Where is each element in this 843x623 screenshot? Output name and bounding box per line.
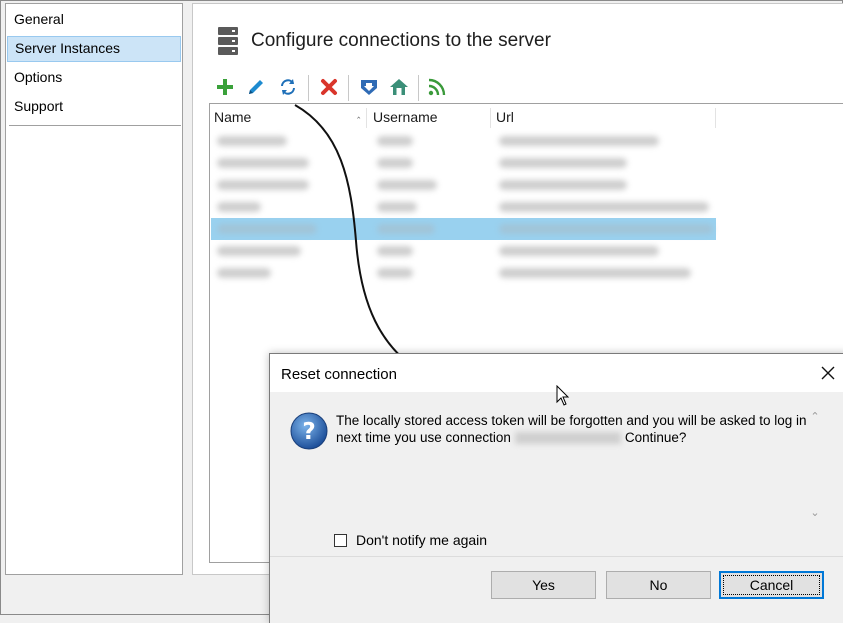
download-shield-icon bbox=[361, 80, 377, 95]
column-divider[interactable] bbox=[490, 108, 491, 128]
no-button-label: No bbox=[649, 577, 668, 593]
close-button[interactable] bbox=[817, 362, 839, 384]
column-header-username[interactable]: Username bbox=[373, 109, 438, 125]
scroll-down-icon[interactable]: ⌄ bbox=[807, 506, 823, 522]
table-row[interactable] bbox=[211, 240, 716, 262]
add-button[interactable] bbox=[213, 74, 237, 100]
cancel-button[interactable]: Cancel bbox=[719, 571, 824, 599]
close-icon bbox=[821, 366, 835, 380]
home-button[interactable] bbox=[387, 74, 411, 100]
nav-item-label: Options bbox=[14, 69, 63, 85]
dont-notify-checkbox-row[interactable]: Don't notify me again bbox=[334, 532, 487, 548]
column-divider[interactable] bbox=[366, 108, 367, 128]
table-row[interactable] bbox=[211, 262, 716, 284]
redacted-connection-name bbox=[514, 432, 621, 445]
nav-item-options[interactable]: Options bbox=[7, 66, 181, 92]
column-header-name[interactable]: Name bbox=[214, 109, 251, 125]
svg-text:?: ? bbox=[302, 419, 315, 445]
yes-button[interactable]: Yes bbox=[491, 571, 596, 599]
yes-button-label: Yes bbox=[532, 577, 555, 593]
table-row[interactable] bbox=[211, 218, 716, 240]
dialog-button-bar: Yes No Cancel bbox=[270, 556, 843, 623]
table-row[interactable] bbox=[211, 130, 716, 152]
cancel-button-label: Cancel bbox=[749, 577, 794, 593]
table-row[interactable] bbox=[211, 196, 716, 218]
delete-x-icon bbox=[321, 79, 337, 95]
rss-feed-icon bbox=[428, 78, 446, 96]
dont-notify-checkbox[interactable] bbox=[334, 533, 347, 547]
toolbar-separator bbox=[348, 75, 349, 101]
refresh-icon bbox=[281, 79, 295, 95]
nav-item-label: Server Instances bbox=[15, 40, 121, 56]
question-icon: ? bbox=[290, 412, 328, 450]
delete-button[interactable] bbox=[317, 74, 341, 100]
feed-button[interactable] bbox=[425, 74, 449, 100]
nav-item-server-instances[interactable]: Server Instances bbox=[7, 36, 181, 62]
table-row[interactable] bbox=[211, 174, 716, 196]
refresh-button[interactable] bbox=[276, 74, 300, 100]
nav-item-general[interactable]: General bbox=[7, 8, 181, 34]
column-divider[interactable] bbox=[715, 108, 716, 128]
server-stack-icon bbox=[218, 27, 238, 55]
dialog-message: The locally stored access token will be … bbox=[336, 412, 812, 446]
dont-notify-label[interactable]: Don't notify me again bbox=[356, 532, 487, 548]
mouse-cursor-icon bbox=[556, 385, 570, 406]
toolbar-separator bbox=[418, 75, 419, 101]
dialog-message-continue: Continue? bbox=[624, 430, 687, 445]
toolbar-separator bbox=[308, 75, 309, 101]
settings-navigation: General Server Instances Options Support bbox=[5, 3, 183, 575]
download-button[interactable] bbox=[357, 74, 381, 100]
scroll-up-icon[interactable]: ⌃ bbox=[807, 410, 823, 426]
app-window: General Server Instances Options Support… bbox=[0, 0, 843, 623]
nav-item-support[interactable]: Support bbox=[7, 95, 181, 121]
edit-pencil-icon bbox=[249, 80, 263, 94]
dialog-title: Reset connection bbox=[281, 366, 397, 383]
nav-item-label: General bbox=[14, 11, 64, 27]
no-button[interactable]: No bbox=[606, 571, 711, 599]
edit-button[interactable] bbox=[244, 74, 268, 100]
message-scrollbar[interactable]: ⌃ ⌄ bbox=[807, 410, 823, 522]
column-header-url[interactable]: Url bbox=[496, 109, 514, 125]
sort-indicator-icon: ‸ bbox=[357, 108, 361, 119]
nav-divider bbox=[9, 125, 181, 126]
nav-item-label: Support bbox=[14, 98, 64, 114]
home-icon bbox=[390, 79, 408, 95]
add-icon bbox=[217, 79, 233, 95]
page-title: Configure connections to the server bbox=[251, 30, 551, 51]
table-row[interactable] bbox=[211, 152, 716, 174]
